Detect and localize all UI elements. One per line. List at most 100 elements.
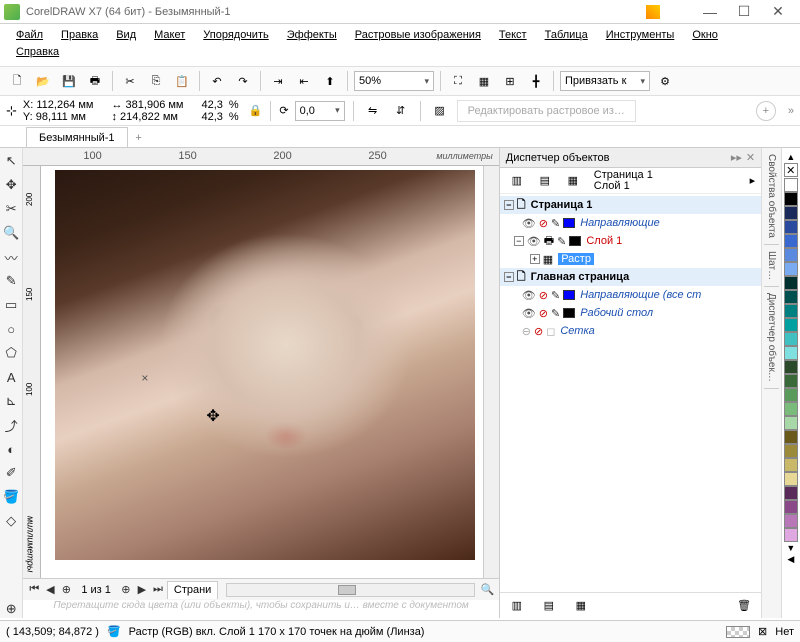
add-doc-tab[interactable]: + — [130, 129, 148, 147]
tree-layer1[interactable]: −👁🖶✎ Слой 1 — [500, 232, 761, 250]
connector-tool-icon[interactable]: ⤴ — [2, 416, 20, 434]
guides-icon[interactable]: ╋ — [525, 70, 547, 92]
om-newmaster-icon[interactable]: ▤ — [538, 595, 560, 617]
panel-close-icon[interactable]: ✕ — [746, 151, 755, 164]
menu-help[interactable]: Справка — [8, 44, 67, 60]
palette-color-9[interactable] — [784, 304, 798, 318]
export-icon[interactable]: ⇤ — [293, 70, 315, 92]
palette-color-18[interactable] — [784, 430, 798, 444]
fill-tool-icon[interactable]: 🪣 — [2, 488, 20, 506]
smart-tool-icon[interactable]: ✎ — [2, 272, 20, 290]
menu-effects[interactable]: Эффекты — [279, 27, 345, 43]
tree-page1[interactable]: −🗋Страница 1 — [500, 196, 761, 214]
menu-arrange[interactable]: Упорядочить — [195, 27, 276, 43]
new-icon[interactable]: 🗋 — [6, 70, 28, 92]
nav-last-icon[interactable]: ⏭ — [151, 582, 165, 598]
palette-flyout-icon[interactable]: ◀ — [787, 554, 794, 565]
palette-color-7[interactable] — [784, 276, 798, 290]
rectangle-tool-icon[interactable]: ▭ — [2, 296, 20, 314]
more-props-icon[interactable]: » — [788, 105, 794, 117]
print-icon[interactable]: 🖶 — [84, 70, 106, 92]
palette-color-0[interactable] — [784, 178, 798, 192]
rulers-icon[interactable]: ▦ — [473, 70, 495, 92]
menu-window[interactable]: Окно — [684, 27, 726, 43]
palette-color-25[interactable] — [784, 528, 798, 542]
om-newlayer-icon[interactable]: ▥ — [506, 595, 528, 617]
nav-add-after-icon[interactable]: ⊕ — [119, 582, 133, 598]
quick-customize-icon[interactable]: ⊕ — [2, 600, 20, 618]
nav-next-icon[interactable]: ▶ — [135, 582, 149, 598]
canvas[interactable]: × ✥ — [41, 166, 482, 578]
tree-master[interactable]: −🗋Главная страница — [500, 268, 761, 286]
palette-color-13[interactable] — [784, 360, 798, 374]
maximize-button[interactable]: ☐ — [734, 4, 754, 20]
om-delete-icon[interactable]: 🗑 — [733, 595, 755, 617]
object-tree[interactable]: −🗋Страница 1 👁⊘✎ Направляющие −👁🖶✎ Слой … — [500, 194, 761, 592]
add-prop-button[interactable]: + — [756, 101, 776, 121]
mirror-h-icon[interactable]: ⇋ — [362, 100, 384, 122]
palette-color-16[interactable] — [784, 402, 798, 416]
palette-color-17[interactable] — [784, 416, 798, 430]
snap-dropdown[interactable]: Привязать к — [560, 71, 650, 91]
om-editlayers-icon[interactable]: ▤ — [534, 170, 556, 192]
om-layermgr-icon[interactable]: ▦ — [562, 170, 584, 192]
palette-color-8[interactable] — [784, 290, 798, 304]
mirror-v-icon[interactable]: ⇵ — [390, 100, 412, 122]
pick-tool-icon[interactable]: ↖ — [2, 152, 20, 170]
palette-color-23[interactable] — [784, 500, 798, 514]
doc-tab-1[interactable]: Безымянный-1 — [26, 127, 128, 147]
tree-guides[interactable]: 👁⊘✎ Направляющие — [500, 214, 761, 232]
palette-up-icon[interactable]: ▲ — [786, 152, 795, 162]
palette-down-icon[interactable]: ▼ — [786, 543, 795, 553]
open-icon[interactable]: 📂 — [32, 70, 54, 92]
palette-color-20[interactable] — [784, 458, 798, 472]
docker-tab-steps[interactable]: Шат… — [764, 245, 779, 287]
freehand-tool-icon[interactable]: 〰 — [2, 248, 20, 266]
panel-opts-icon[interactable]: ▸ — [750, 174, 756, 187]
docker-tab-properties[interactable]: Свойства объекта — [764, 148, 779, 245]
zoom-dropdown[interactable]: 50% — [354, 71, 434, 91]
palette-color-3[interactable] — [784, 220, 798, 234]
trace-icon[interactable]: ▨ — [429, 100, 451, 122]
paintbucket-icon[interactable]: 🪣 — [107, 625, 121, 638]
om-showprops-icon[interactable]: ▥ — [506, 170, 528, 192]
paste-icon[interactable]: 📋 — [171, 70, 193, 92]
palette-nocolor[interactable]: ✕ — [784, 163, 798, 177]
tree-guides-all[interactable]: 👁⊘✎ Направляющие (все ст — [500, 286, 761, 304]
dimension-tool-icon[interactable]: ⊾ — [2, 392, 20, 410]
palette-color-1[interactable] — [784, 192, 798, 206]
close-button[interactable]: ✕ — [768, 4, 788, 20]
outline-tool-icon[interactable]: ◇ — [2, 512, 20, 530]
nav-first-icon[interactable]: ⏮ — [27, 582, 41, 598]
ellipse-tool-icon[interactable]: ○ — [2, 320, 20, 338]
nav-zoom-icon[interactable]: 🔍 — [481, 582, 495, 598]
om-newpage-icon[interactable]: ▦ — [570, 595, 592, 617]
shape-tool-icon[interactable]: ✥ — [2, 176, 20, 194]
menu-view[interactable]: Вид — [108, 27, 144, 43]
menu-file[interactable]: Файл — [8, 27, 51, 43]
effects-tool-icon[interactable]: ◐ — [2, 440, 20, 458]
palette-color-24[interactable] — [784, 514, 798, 528]
menu-edit[interactable]: Правка — [53, 27, 106, 43]
menu-layout[interactable]: Макет — [146, 27, 193, 43]
grid-icon[interactable]: ⊞ — [499, 70, 521, 92]
cut-icon[interactable]: ✂ — [119, 70, 141, 92]
palette-color-19[interactable] — [784, 444, 798, 458]
fullscreen-icon[interactable]: ⛶ — [447, 70, 469, 92]
options-icon[interactable]: ⚙ — [654, 70, 676, 92]
tree-raster[interactable]: +▦Растр — [500, 250, 761, 268]
page-tab[interactable]: Страни — [167, 581, 218, 599]
polygon-tool-icon[interactable]: ⬠ — [2, 344, 20, 362]
import-icon[interactable]: ⇥ — [267, 70, 289, 92]
publish-icon[interactable]: ⬆ — [319, 70, 341, 92]
menu-table[interactable]: Таблица — [537, 27, 596, 43]
menu-bitmaps[interactable]: Растровые изображения — [347, 27, 489, 43]
save-icon[interactable]: 💾 — [58, 70, 80, 92]
palette-color-21[interactable] — [784, 472, 798, 486]
scrollbar-vertical[interactable] — [483, 166, 499, 578]
palette-color-5[interactable] — [784, 248, 798, 262]
tree-grid[interactable]: ⊖⊘◻ Сетка — [500, 322, 761, 340]
palette-color-14[interactable] — [784, 374, 798, 388]
eyedropper-tool-icon[interactable]: ✐ — [2, 464, 20, 482]
palette-color-15[interactable] — [784, 388, 798, 402]
